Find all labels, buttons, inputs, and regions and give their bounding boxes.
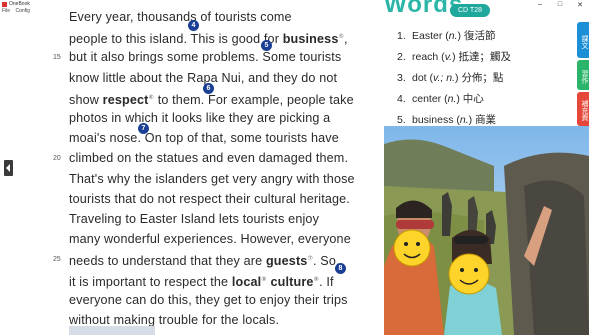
passage-line: know little about the Rapa Nui, and they…	[69, 70, 338, 85]
passage-line: but it also brings some problems. Some t…	[69, 50, 342, 65]
menu-bar: File Config	[2, 8, 34, 14]
vocab-item: 3. dot (v.; n.) 分佈；點	[397, 72, 504, 84]
side-tab-text[interactable]: 課文	[577, 22, 589, 58]
audio-marker-6[interactable]: 6	[203, 83, 214, 94]
collapse-panel-handle[interactable]	[4, 160, 13, 176]
vocab-item: 4. center (n.) 中心	[397, 93, 484, 105]
vocab-word: local	[231, 274, 262, 289]
passage-line: tourists that do not respect their cultu…	[69, 191, 350, 206]
vocab-word: respect	[102, 92, 149, 107]
window-controls: – □ ✕	[535, 1, 585, 9]
audio-marker-7[interactable]: 7	[138, 123, 149, 134]
passage-line: many wonderful experiences. However, eve…	[69, 232, 351, 247]
vocab-item: 1. Easter (n.) 復活節	[397, 30, 496, 42]
vocab-word: business	[282, 32, 339, 47]
close-button[interactable]: ✕	[575, 1, 585, 9]
scroll-bar[interactable]	[69, 326, 155, 335]
audio-marker-5[interactable]: 5	[261, 40, 272, 51]
vocab-word: culture	[270, 274, 314, 289]
passage-line: climbed on the statues and even damaged …	[69, 151, 349, 166]
passage-line: needs to understand that they are guests…	[69, 254, 340, 269]
line-number: 20	[53, 155, 61, 163]
passage-line: everyone can do this, they get to enjoy …	[69, 292, 348, 307]
passage-line: photos in which it looks like they are p…	[69, 111, 331, 125]
vocab-ref: ⑧	[261, 276, 267, 283]
menu-config[interactable]: Config	[15, 8, 29, 14]
side-tab-supplement[interactable]: 補充資	[577, 92, 589, 126]
line-number: 25	[53, 256, 61, 264]
passage-line: it is important to respect the local⑧ cu…	[69, 274, 334, 289]
audio-track-badge[interactable]: CD T28	[450, 4, 490, 17]
minimize-button[interactable]: –	[535, 1, 545, 9]
side-tab-workbook[interactable]: 習作	[577, 60, 589, 90]
passage-line: Traveling to Easter Island lets tourists…	[69, 212, 320, 226]
passage-line: show respect⑥ to them. For example, peop…	[69, 92, 354, 107]
photo-scene	[384, 126, 589, 335]
vocab-item: 2. reach (v.) 抵達；觸及	[397, 51, 511, 63]
line-number: 15	[53, 54, 61, 62]
passage-line: people to this island. This is good for …	[69, 32, 348, 47]
window-title: OneBook	[9, 1, 30, 7]
words-header: Words CD T28	[384, 0, 494, 22]
easter-island-photo	[384, 126, 589, 335]
audio-marker-4[interactable]: 4	[188, 20, 199, 31]
passage-line: Every year, thousands of tourists come	[69, 10, 292, 24]
vocab-item: 5. business (n.) 商業	[397, 114, 497, 126]
passage-line: without making trouble for the locals.	[69, 313, 280, 327]
vocab-word: guests	[265, 254, 308, 269]
passage-line: That's why the islanders get very angry …	[69, 171, 355, 186]
passage-line: moai's nose. On top of that, some touris…	[69, 131, 339, 146]
menu-file[interactable]: File	[2, 8, 10, 14]
app-icon	[2, 2, 7, 7]
book-page: Every year, thousands of tourists come pe…	[50, 0, 380, 335]
maximize-button[interactable]: □	[555, 1, 565, 9]
audio-marker-8[interactable]: 8	[335, 263, 346, 274]
